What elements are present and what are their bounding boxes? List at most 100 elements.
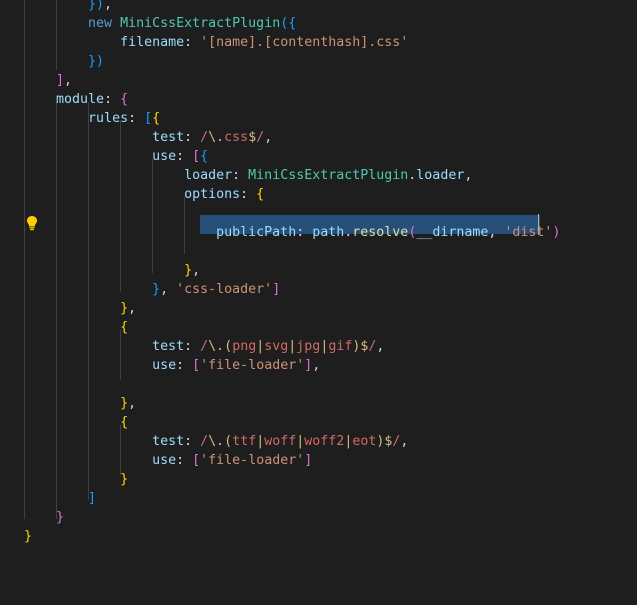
code-token: \. — [208, 339, 225, 354]
code-line[interactable]: }) — [24, 52, 104, 71]
code-token: : — [240, 187, 257, 202]
code-token: } — [56, 510, 65, 525]
code-line[interactable]: new MiniCssExtractPlugin({ — [24, 14, 296, 33]
code-token: 'css-loader' — [176, 282, 273, 297]
code-token: }) — [88, 0, 105, 12]
code-token: loader — [416, 168, 465, 183]
code-line[interactable]: options: { — [24, 185, 264, 204]
code-line[interactable]: test: /\.(png|svg|jpg|gif)$/, — [24, 337, 384, 356]
code-token: { — [256, 187, 265, 202]
code-token: } — [120, 472, 129, 487]
code-token: [ — [144, 111, 153, 126]
code-token: , — [128, 301, 137, 316]
code-line[interactable]: use: ['file-loader'] — [24, 451, 312, 470]
code-token: woff2 — [304, 434, 345, 449]
code-line[interactable]: }, 'css-loader'] — [24, 280, 280, 299]
code-token: , — [128, 396, 137, 411]
code-token: jpg — [296, 339, 321, 354]
code-token: } — [120, 301, 129, 316]
code-line[interactable]: use: ['file-loader'], — [24, 356, 320, 375]
code-line[interactable]: test: /\.(ttf|woff|woff2|eot)$/, — [24, 432, 408, 451]
code-token: filename — [120, 35, 185, 50]
code-token: / — [200, 339, 209, 354]
code-line[interactable]: { — [24, 413, 128, 432]
code-line[interactable]: test: /\.css$/, — [24, 128, 272, 147]
code-token: } — [120, 396, 129, 411]
code-token: resolve — [352, 225, 409, 240]
code-token: [ — [192, 453, 201, 468]
code-token: : — [184, 339, 201, 354]
code-token: { — [120, 92, 129, 107]
code-line[interactable]: module: { — [24, 90, 128, 109]
code-line[interactable]: rules: [{ — [24, 109, 160, 128]
code-token: png — [232, 339, 257, 354]
code-token: , — [104, 0, 113, 12]
code-token: loader — [184, 168, 233, 183]
code-token: 'file-loader' — [200, 453, 305, 468]
code-token: { — [152, 111, 161, 126]
code-token: svg — [264, 339, 289, 354]
code-token: : — [128, 111, 145, 126]
code-token: use — [152, 358, 177, 373]
code-token: 'file-loader' — [200, 358, 305, 373]
code-line[interactable]: }, — [24, 394, 136, 413]
code-line[interactable]: }, — [24, 299, 136, 318]
code-token: , — [400, 434, 409, 449]
code-token: / — [200, 434, 209, 449]
code-token: use — [152, 149, 177, 164]
code-line[interactable]: publicPath: path.resolve(__dirname, 'dis… — [24, 223, 560, 242]
code-token: ) — [552, 225, 561, 240]
code-line[interactable]: } — [24, 527, 32, 546]
code-token: ({ — [280, 16, 297, 31]
code-line[interactable]: }, — [24, 261, 200, 280]
code-line[interactable]: ], — [24, 71, 72, 90]
code-line[interactable]: } — [24, 470, 128, 489]
code-line[interactable]: filename: '[name].[contenthash].css' — [24, 33, 408, 52]
code-line[interactable]: use: [{ — [24, 147, 208, 166]
code-line[interactable]: } — [24, 508, 64, 527]
code-editor[interactable]: }), new MiniCssExtractPlugin({ filename:… — [0, 0, 637, 605]
code-token: [ — [192, 358, 201, 373]
code-token: options — [184, 187, 241, 202]
code-token: woff — [264, 434, 297, 449]
code-token: ] — [88, 491, 97, 506]
code-token: __dirname — [416, 225, 489, 240]
code-token: } — [184, 263, 193, 278]
code-line[interactable]: }), — [24, 0, 112, 14]
code-token: ] — [304, 453, 313, 468]
code-token: use — [152, 453, 177, 468]
code-token: : — [184, 434, 201, 449]
code-token: , — [488, 225, 505, 240]
code-token: new — [88, 16, 113, 31]
code-token: , — [376, 339, 385, 354]
code-token: : — [176, 358, 193, 373]
code-token: css — [224, 130, 249, 145]
code-token: eot — [352, 434, 377, 449]
code-token: rules — [88, 111, 129, 126]
code-token: ( — [224, 434, 233, 449]
code-line[interactable]: { — [24, 318, 128, 337]
code-token: ] — [272, 282, 281, 297]
code-token: : — [296, 225, 313, 240]
code-token: } — [152, 282, 161, 297]
code-token: MiniCssExtractPlugin — [248, 168, 409, 183]
code-line[interactable]: ] — [24, 489, 96, 508]
code-token: [ — [192, 149, 201, 164]
code-line[interactable]: loader: MiniCssExtractPlugin.loader, — [24, 166, 472, 185]
code-token: : — [184, 130, 201, 145]
code-token: '[name].[contenthash].css' — [200, 35, 409, 50]
